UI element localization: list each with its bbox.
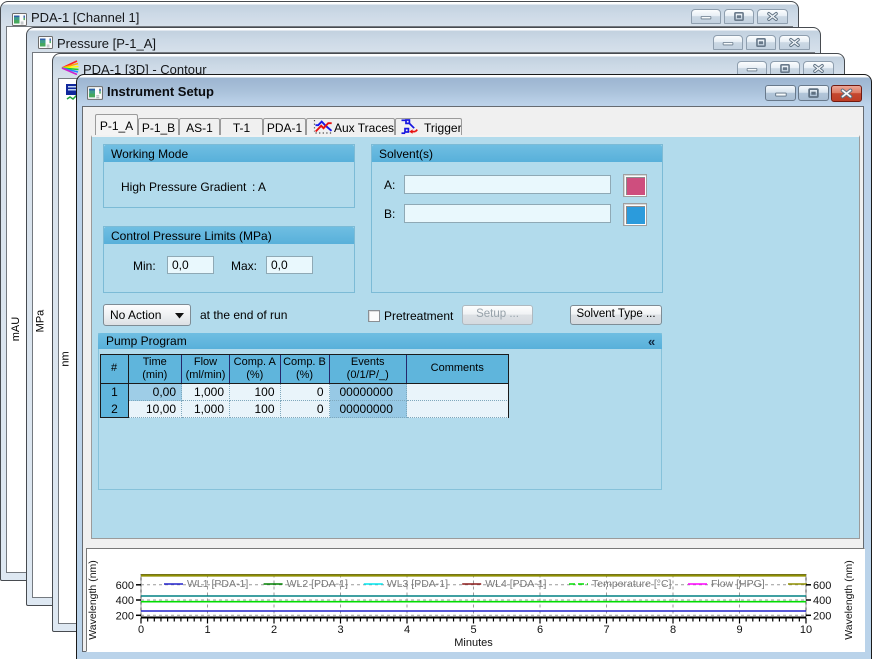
svg-text:10: 10 bbox=[800, 624, 812, 636]
svg-text:600: 600 bbox=[813, 580, 831, 592]
svg-text:WL1 [PDA-1]: WL1 [PDA-1] bbox=[187, 578, 248, 590]
svg-text:8: 8 bbox=[670, 624, 676, 636]
svg-text:WL2 [PDA-1]: WL2 [PDA-1] bbox=[287, 578, 348, 590]
svg-text:Wavelength (nm): Wavelength (nm) bbox=[843, 560, 855, 640]
svg-text:3: 3 bbox=[337, 624, 343, 636]
svg-text:2: 2 bbox=[271, 624, 277, 636]
svg-text:400: 400 bbox=[116, 595, 134, 607]
svg-text:Temperature [°C]: Temperature [°C] bbox=[592, 578, 672, 590]
svg-text:9: 9 bbox=[736, 624, 742, 636]
svg-text:7: 7 bbox=[603, 624, 609, 636]
svg-text:5: 5 bbox=[470, 624, 476, 636]
svg-text:400: 400 bbox=[813, 595, 831, 607]
svg-text:200: 200 bbox=[813, 610, 831, 622]
svg-text:1: 1 bbox=[204, 624, 210, 636]
svg-text:4: 4 bbox=[404, 624, 410, 636]
svg-text:Wavelength (nm): Wavelength (nm) bbox=[87, 560, 99, 640]
svg-text:WL4 [PDA-1]: WL4 [PDA-1] bbox=[485, 578, 546, 590]
svg-text:WL3 [PDA-1]: WL3 [PDA-1] bbox=[387, 578, 448, 590]
svg-text:200: 200 bbox=[116, 610, 134, 622]
svg-text:600: 600 bbox=[116, 580, 134, 592]
svg-text:Flow [HPG]: Flow [HPG] bbox=[711, 578, 765, 590]
svg-text:6: 6 bbox=[537, 624, 543, 636]
svg-text:0: 0 bbox=[138, 624, 144, 636]
svg-text:Minutes: Minutes bbox=[454, 637, 493, 649]
